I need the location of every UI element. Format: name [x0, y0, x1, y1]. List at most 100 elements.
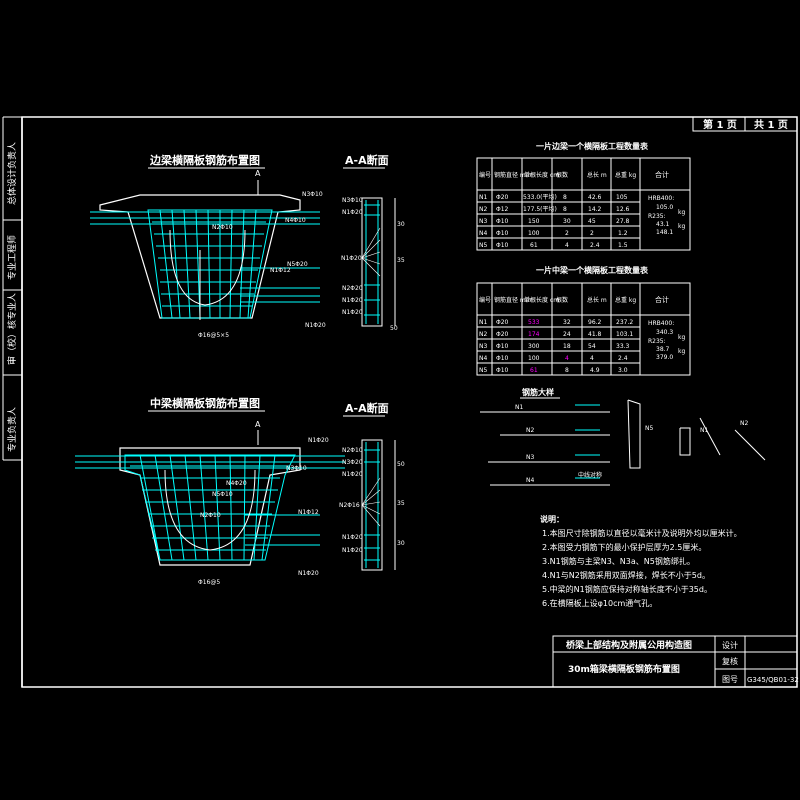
- drawing-sheet: 总体设计负责人 专业工程师 审（校）核专业人 专业负责人 第 1 页 共 1 页…: [2, 116, 799, 688]
- table-cell: 2.4: [618, 355, 628, 362]
- t1-h-0: 编号: [479, 171, 491, 179]
- title-block: 桥梁上部结构及附属公用构造图 30m箱梁横隔板钢筋布置图 设计 复核 图号 G3…: [552, 635, 799, 688]
- edge-sec-label-5: N1Φ20: [342, 297, 363, 304]
- table-cell: 61: [530, 367, 538, 374]
- edge-sec-dim-2: 35: [397, 257, 405, 264]
- note-6: 6.在横隔板上设φ10cm通气孔。: [542, 598, 657, 608]
- left-strip: 总体设计负责人 专业工程师 审（校）核专业人 专业负责人: [2, 116, 22, 461]
- table-cell: N2: [479, 206, 487, 213]
- table-cell: 33.3: [616, 343, 630, 350]
- table-edge-beam: 一片边梁一个横隔板工程数量表 编号 钢筋直径 mm 单根长度 cm 根数 总长 …: [476, 141, 691, 251]
- table-cell: 32: [563, 319, 571, 326]
- edge-label-7: Φ16@5×5: [198, 332, 229, 339]
- edge-sec-label-6: N1Φ20: [342, 309, 363, 316]
- t2-h-4: 总长 m: [587, 296, 607, 304]
- number-label: 图号: [722, 675, 738, 684]
- drawing-name: 30m箱梁横隔板钢筋布置图: [568, 663, 680, 675]
- detail-label-n3: N3: [526, 454, 534, 461]
- strip-label-3: 审（校）核专业人: [6, 293, 18, 365]
- table-cell: 177.5(平均): [523, 205, 557, 213]
- table-cell: 18: [563, 343, 571, 350]
- t1-total-4: kg: [678, 209, 685, 216]
- t1-total-6: kg: [678, 223, 685, 230]
- table-cell: 105: [616, 194, 628, 201]
- table-cell: Φ10: [496, 367, 509, 374]
- t1-h-4: 总长 m: [587, 171, 607, 179]
- t1-total-2: R235:: [648, 213, 666, 220]
- t2-h-6: 合计: [655, 295, 669, 304]
- mid-beam-title: 中梁横隔板钢筋布置图: [150, 396, 260, 410]
- table-cell: 54: [588, 343, 596, 350]
- mid-sec-label-1: N2Φ10: [342, 447, 363, 454]
- edge-label-3: N2Φ10: [212, 224, 233, 231]
- table-cell: N2: [479, 331, 487, 338]
- notes-heading: 说明：: [540, 514, 564, 524]
- note-5: 5.中梁的N1钢筋应保持对称轴长度不小于35d。: [542, 584, 712, 594]
- mid-label-8: Φ16@5: [198, 579, 220, 586]
- t2-total-1: 340.3: [656, 329, 673, 336]
- t1-h-2: 单根长度 cm: [524, 171, 559, 179]
- t1-h-5: 总重 kg: [615, 171, 636, 179]
- table-cell: N4: [479, 230, 487, 237]
- table-cell: 12.6: [616, 206, 630, 213]
- table-cell: Φ12: [496, 206, 509, 213]
- table-cell: 533: [528, 319, 540, 326]
- page-number: 第 1 页: [703, 118, 737, 131]
- table-cell: 1.5: [618, 242, 628, 249]
- table-cell: 61: [530, 242, 538, 249]
- table-cell: 103.1: [616, 331, 633, 338]
- page-total: 共 1 页: [754, 118, 788, 131]
- note-2: 2.本图受力钢筋下的最小保护层厚为2.5厘米。: [542, 542, 706, 552]
- table-cell: Φ20: [496, 331, 509, 338]
- table-cell: N3: [479, 343, 487, 350]
- t2-h-0: 编号: [479, 296, 491, 304]
- table-cell: Φ20: [496, 194, 509, 201]
- page-header: 第 1 页 共 1 页: [692, 116, 798, 132]
- table-cell: N4: [479, 355, 487, 362]
- table1-title: 一片边梁一个横隔板工程数量表: [536, 141, 649, 151]
- t2-total-4: kg: [678, 334, 685, 341]
- table-cell: Φ10: [496, 242, 509, 249]
- detail-label-n2b: N2: [740, 420, 748, 427]
- detail-title: 钢筋大样: [522, 387, 554, 397]
- table-cell: Φ20: [496, 319, 509, 326]
- mid-sec-dim-3: 30: [397, 540, 405, 547]
- mid-sec-label-4: N2Φ16: [339, 502, 360, 509]
- mid-label-2: N3Φ10: [286, 465, 307, 472]
- t1-h-6: 合计: [655, 170, 669, 179]
- table-cell: 45: [588, 218, 596, 225]
- mid-section-title: A-A断面: [345, 401, 389, 415]
- t2-total-3: 38.7: [656, 346, 670, 353]
- edge-sec-label-2: N1Φ20: [342, 209, 363, 216]
- mid-sec-label-3: N1Φ20: [342, 471, 363, 478]
- table-cell: 533.0(平均): [523, 193, 557, 201]
- table-cell: 14.2: [588, 206, 602, 213]
- table-cell: 100: [528, 230, 540, 237]
- t2-total-0: HRB400:: [648, 320, 674, 327]
- design-label: 设计: [722, 640, 738, 650]
- strip-label-4: 专业负责人: [6, 407, 18, 452]
- rebar-details: 钢筋大样 N1 N2 N3 N4 N5 中线对称 N1 N2: [480, 387, 766, 486]
- mid-sec-dim-2: 35: [397, 500, 405, 507]
- drawing-number: G345/QB01-32: [747, 676, 799, 684]
- mid-label-6: N1Φ12: [298, 509, 319, 516]
- table-mid-beam: 一片中梁一个横隔板工程数量表 编号 钢筋直径 mm 单根长度 cm 根数 总长 …: [476, 265, 691, 376]
- table-cell: 4: [590, 355, 594, 362]
- mid-sec-label-6: N1Φ20: [342, 547, 363, 554]
- table-cell: 4: [565, 242, 569, 249]
- edge-section-mark: A: [255, 169, 261, 178]
- detail-label-n5: N5: [645, 425, 653, 432]
- mid-section-drawing: A-A断面 N2Φ10 N3Φ20 N1Φ20 N2Φ16 N1Φ20 N1Φ2…: [339, 401, 405, 571]
- table-cell: 2: [590, 230, 594, 237]
- strip-label-1: 总体设计负责人: [6, 142, 18, 205]
- mid-label-4: N5Φ10: [212, 491, 233, 498]
- table-cell: 30: [563, 218, 571, 225]
- table-cell: 150: [528, 218, 540, 225]
- mid-sec-label-2: N3Φ20: [342, 459, 363, 466]
- t1-total-5: 148.1: [656, 229, 673, 236]
- edge-sec-label-3: N1Φ20: [341, 255, 362, 262]
- mid-label-5: N2Φ10: [200, 512, 221, 519]
- edge-beam-drawing: 边梁横隔板钢筋布置图 A N3Φ10 N4Φ10 N2Φ10 N5Φ20 N1Φ…: [90, 153, 326, 339]
- table-cell: 2: [565, 230, 569, 237]
- mid-section-mark: A: [255, 420, 261, 429]
